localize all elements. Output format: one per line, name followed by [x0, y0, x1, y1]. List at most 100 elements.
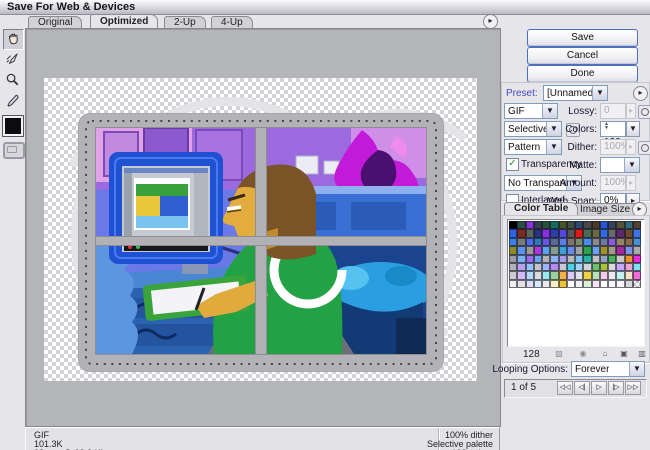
color-swatch-cell[interactable] — [542, 238, 550, 246]
color-swatch-cell[interactable] — [567, 246, 575, 254]
matte-color-swatch[interactable] — [2, 115, 24, 137]
color-swatch-cell[interactable] — [600, 255, 608, 263]
color-swatch-cell[interactable] — [559, 229, 567, 237]
color-swatch-cell[interactable] — [616, 271, 624, 279]
color-swatch-cell[interactable] — [633, 255, 641, 263]
color-swatch-cell[interactable] — [625, 271, 633, 279]
eyedropper-tool-button[interactable] — [3, 92, 22, 111]
color-swatch-cell[interactable] — [517, 221, 525, 229]
color-swatch-cell[interactable] — [583, 280, 591, 288]
color-swatch-cell[interactable] — [550, 221, 558, 229]
color-swatch-cell[interactable] — [542, 271, 550, 279]
color-swatch-cell[interactable] — [550, 255, 558, 263]
color-swatch-cell[interactable] — [550, 246, 558, 254]
color-swatch-cell[interactable] — [608, 280, 616, 288]
tab-original[interactable]: Original — [28, 16, 82, 28]
stepper-icon[interactable]: ▲▼ — [604, 122, 611, 130]
optimized-preview-area[interactable] — [25, 28, 501, 427]
color-swatch-cell[interactable] — [559, 280, 567, 288]
slice-select-tool-button[interactable] — [3, 50, 22, 69]
first-frame-button[interactable]: ◁◁ — [557, 381, 573, 395]
color-swatch-cell[interactable] — [526, 229, 534, 237]
color-swatch-cell[interactable] — [625, 263, 633, 271]
color-swatch-cell[interactable] — [600, 238, 608, 246]
color-swatch-cell[interactable] — [509, 255, 517, 263]
color-swatch-cell[interactable] — [592, 280, 600, 288]
color-swatch-cell[interactable] — [534, 255, 542, 263]
color-swatch-cell[interactable] — [526, 271, 534, 279]
color-swatch-cell[interactable] — [575, 255, 583, 263]
color-swatch-cell[interactable] — [625, 246, 633, 254]
color-swatch-cell[interactable] — [509, 238, 517, 246]
color-swatch-cell[interactable] — [550, 271, 558, 279]
color-swatch-cell[interactable] — [608, 271, 616, 279]
color-swatch-cell[interactable] — [633, 246, 641, 254]
color-swatch-cell[interactable] — [608, 229, 616, 237]
color-swatch-cell[interactable] — [542, 221, 550, 229]
color-swatch-cell[interactable] — [608, 221, 616, 229]
color-swatch-cell[interactable] — [517, 255, 525, 263]
color-swatch-cell[interactable] — [633, 229, 641, 237]
color-swatch-cell[interactable] — [559, 221, 567, 229]
color-swatch-cell[interactable] — [583, 238, 591, 246]
color-swatch-cell[interactable] — [509, 271, 517, 279]
preset-dropdown[interactable]: [Unnamed] ▼ — [543, 85, 608, 101]
cancel-button[interactable]: Cancel — [527, 47, 638, 65]
chevron-down-icon[interactable]: ▼ — [592, 86, 607, 100]
color-swatch-cell[interactable] — [526, 221, 534, 229]
color-swatch-cell[interactable] — [583, 246, 591, 254]
color-swatch-cell[interactable] — [575, 263, 583, 271]
color-swatch-cell[interactable] — [534, 229, 542, 237]
color-swatch-cell[interactable] — [616, 221, 624, 229]
color-swatch-cell[interactable] — [575, 238, 583, 246]
color-swatch-cell[interactable] — [616, 229, 624, 237]
color-swatch-cell[interactable] — [542, 263, 550, 271]
preview-menu-button[interactable]: ▸ — [483, 14, 498, 29]
color-swatch-cell[interactable] — [633, 280, 641, 288]
color-swatch-cell[interactable] — [542, 229, 550, 237]
previous-frame-button[interactable]: ◁| — [574, 381, 590, 395]
color-swatch-cell[interactable] — [600, 229, 608, 237]
color-swatch-cell[interactable] — [567, 221, 575, 229]
color-swatch-cell[interactable] — [625, 280, 633, 288]
color-swatch-cell[interactable] — [575, 280, 583, 288]
color-swatch-cell[interactable] — [592, 221, 600, 229]
lossy-mask-button[interactable] — [638, 105, 650, 119]
color-swatch-cell[interactable] — [567, 238, 575, 246]
color-swatch-cell[interactable] — [592, 238, 600, 246]
matte-dropdown[interactable]: ▼ — [600, 157, 640, 173]
tab-color-table[interactable]: Color Table — [504, 202, 578, 215]
color-swatch-cell[interactable] — [575, 221, 583, 229]
color-swatch-cell[interactable] — [600, 221, 608, 229]
color-swatch-cell[interactable] — [575, 271, 583, 279]
dither-mask-button[interactable] — [638, 141, 650, 155]
color-swatch-cell[interactable] — [517, 246, 525, 254]
delete-color-icon[interactable]: ▥ — [636, 348, 648, 359]
hand-tool-button[interactable] — [3, 29, 24, 50]
color-swatch-cell[interactable] — [550, 238, 558, 246]
lock-color-icon[interactable]: ⌂ — [599, 348, 611, 359]
color-swatch-cell[interactable] — [534, 280, 542, 288]
color-swatch-cell[interactable] — [534, 263, 542, 271]
color-swatch-cell[interactable] — [583, 221, 591, 229]
next-frame-button[interactable]: |▷ — [608, 381, 624, 395]
color-swatch-cell[interactable] — [542, 255, 550, 263]
color-swatch-cell[interactable] — [517, 280, 525, 288]
color-swatch-cell[interactable] — [559, 271, 567, 279]
tab-optimized[interactable]: Optimized — [90, 14, 158, 28]
color-swatch-cell[interactable] — [625, 238, 633, 246]
color-swatch-cell[interactable] — [575, 246, 583, 254]
color-swatch-cell[interactable] — [633, 263, 641, 271]
color-swatch-cell[interactable] — [550, 229, 558, 237]
color-swatch-cell[interactable] — [517, 229, 525, 237]
color-swatch-cell[interactable] — [567, 271, 575, 279]
color-swatch-cell[interactable] — [583, 263, 591, 271]
color-swatch-cell[interactable] — [616, 246, 624, 254]
color-swatch-cell[interactable] — [600, 280, 608, 288]
color-swatch-cell[interactable] — [526, 238, 534, 246]
color-swatch-cell[interactable] — [625, 255, 633, 263]
color-swatch-cell[interactable] — [592, 229, 600, 237]
web-shift-icon[interactable]: ◉ — [577, 348, 589, 359]
toggle-slices-button[interactable] — [3, 142, 25, 159]
color-swatch-cell[interactable] — [583, 229, 591, 237]
